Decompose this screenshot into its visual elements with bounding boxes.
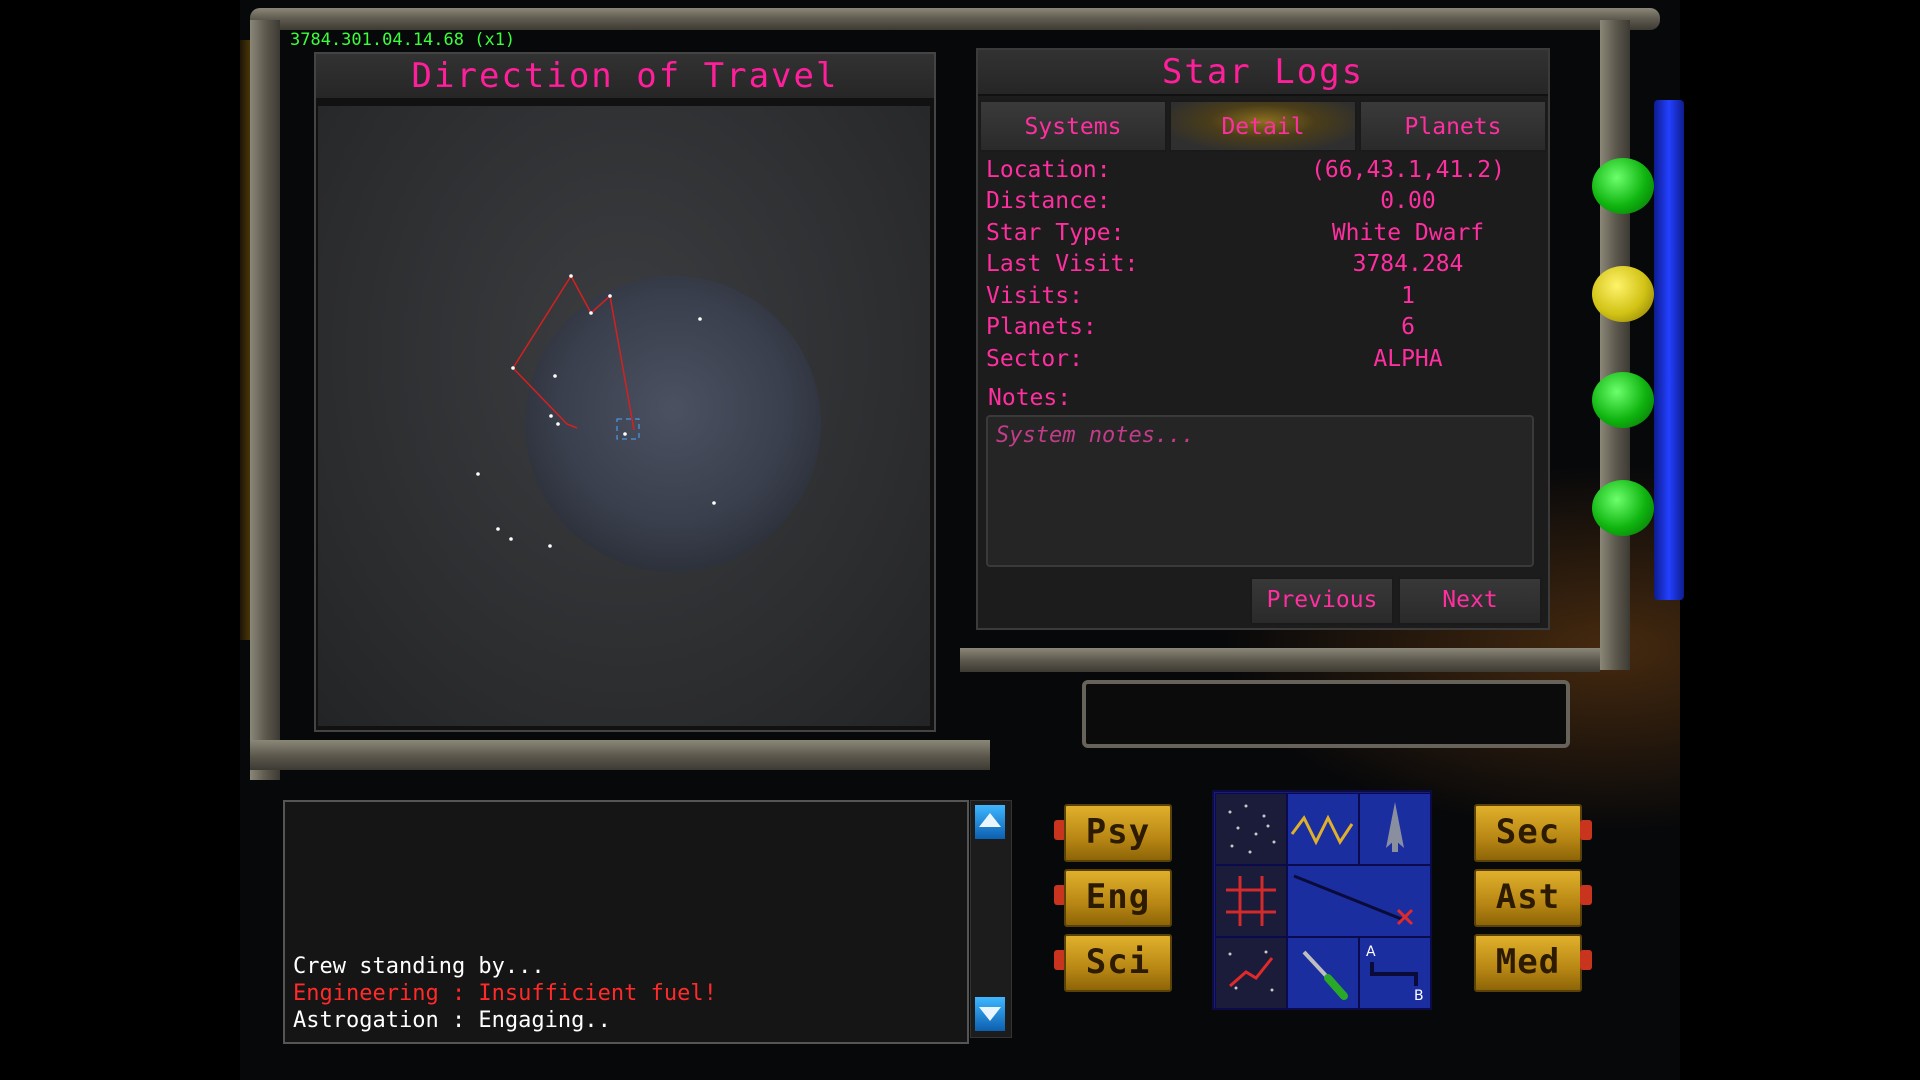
- field-location: Location: (66,43.1,41.2): [978, 154, 1548, 186]
- tab-systems[interactable]: Systems: [979, 100, 1167, 152]
- field-visits: Visits: 1: [978, 280, 1548, 312]
- field-distance: Distance: 0.00: [978, 186, 1548, 218]
- log-line-warning: Engineering : Insufficient fuel!: [293, 981, 717, 1006]
- sci-officer-button[interactable]: Sci: [1064, 934, 1172, 992]
- direction-map-svg: [476, 274, 821, 572]
- svg-text:B: B: [1414, 988, 1424, 1004]
- trajectory-icon[interactable]: [1215, 937, 1287, 1009]
- frame-left-bar: [250, 20, 280, 780]
- field-star-type: Star Type: White Dwarf: [978, 217, 1548, 249]
- field-sector: Sector: ALPHA: [978, 343, 1548, 375]
- direction-of-travel-panel: Direction of Travel: [314, 52, 936, 732]
- arrow-down-icon: [979, 1007, 1001, 1021]
- field-planets: Planets: 6: [978, 312, 1548, 344]
- log-line: Crew standing by...: [293, 954, 545, 979]
- field-value: 3784.284: [1352, 251, 1464, 278]
- aux-viewscreen: [1082, 680, 1570, 748]
- ast-officer-button[interactable]: Ast: [1474, 869, 1582, 927]
- game-timestamp: 3784.301.04.14.68 (x1): [290, 30, 516, 50]
- sec-officer-button[interactable]: Sec: [1474, 804, 1582, 862]
- starmap-icon[interactable]: [1215, 793, 1287, 865]
- direction-viewport[interactable]: [318, 106, 930, 726]
- field-label: Planets:: [986, 314, 1097, 341]
- star-logs-tabs: Systems Detail Planets: [978, 100, 1548, 152]
- log-scrollbar[interactable]: [970, 800, 1012, 1038]
- status-light-2: [1592, 266, 1654, 322]
- status-light-4: [1592, 480, 1654, 536]
- field-label: Last Visit:: [986, 251, 1139, 278]
- route-line-icon[interactable]: [1287, 865, 1431, 937]
- direction-of-travel-title: Direction of Travel: [316, 54, 934, 100]
- planet-sphere: [525, 276, 821, 572]
- wrench-icon[interactable]: [1287, 937, 1359, 1009]
- notes-textarea[interactable]: System notes...: [986, 415, 1534, 567]
- target-grid-icon[interactable]: [1215, 865, 1287, 937]
- log-line: Astrogation : Engaging..: [293, 1008, 611, 1033]
- message-log: Crew standing by... Engineering : Insuff…: [283, 800, 969, 1044]
- next-button[interactable]: Next: [1398, 577, 1542, 625]
- field-last-visit: Last Visit: 3784.284: [978, 249, 1548, 281]
- status-lights: [1586, 100, 1676, 600]
- field-label: Distance:: [986, 188, 1111, 215]
- status-light-1: [1592, 158, 1654, 214]
- a-to-b-icon[interactable]: AB: [1359, 937, 1431, 1009]
- tab-detail[interactable]: Detail: [1169, 100, 1357, 152]
- frame-bottom-bar: [250, 740, 990, 770]
- field-label: Star Type:: [986, 219, 1125, 246]
- field-label: Visits:: [986, 282, 1083, 309]
- field-value: 0.00: [1380, 188, 1436, 215]
- sine-wave-icon[interactable]: [1287, 793, 1359, 865]
- frame-mid-bar: [960, 648, 1600, 672]
- officer-indicator: [1580, 950, 1592, 970]
- eng-officer-button[interactable]: Eng: [1064, 869, 1172, 927]
- med-officer-button[interactable]: Med: [1474, 934, 1582, 992]
- ship-icon[interactable]: [1359, 793, 1431, 865]
- detail-fields: Location: (66,43.1,41.2) Distance: 0.00 St…: [978, 154, 1548, 375]
- frame-top-bar: [250, 8, 1660, 30]
- star-logs-title: Star Logs: [978, 50, 1548, 96]
- scroll-down-button[interactable]: [975, 997, 1005, 1031]
- arrow-up-icon: [979, 813, 1001, 827]
- svg-text:A: A: [1366, 944, 1376, 960]
- previous-button[interactable]: Previous: [1250, 577, 1394, 625]
- field-value: ALPHA: [1373, 345, 1443, 372]
- action-icon-grid: AB: [1212, 790, 1432, 1010]
- field-value: (66,43.1,41.2): [1311, 156, 1505, 183]
- field-value: White Dwarf: [1331, 219, 1485, 246]
- officer-indicator: [1580, 820, 1592, 840]
- notes-label: Notes:: [988, 385, 1072, 411]
- officer-indicator: [1580, 885, 1592, 905]
- field-value: 1: [1401, 282, 1415, 309]
- field-label: Location:: [986, 156, 1111, 183]
- tab-planets[interactable]: Planets: [1359, 100, 1547, 152]
- star-logs-panel: Star Logs Systems Detail Planets Locatio…: [976, 48, 1550, 630]
- scroll-up-button[interactable]: [975, 805, 1005, 839]
- field-value: 6: [1401, 314, 1415, 341]
- psy-officer-button[interactable]: Psy: [1064, 804, 1172, 862]
- field-label: Sector:: [986, 345, 1083, 372]
- status-light-3: [1592, 372, 1654, 428]
